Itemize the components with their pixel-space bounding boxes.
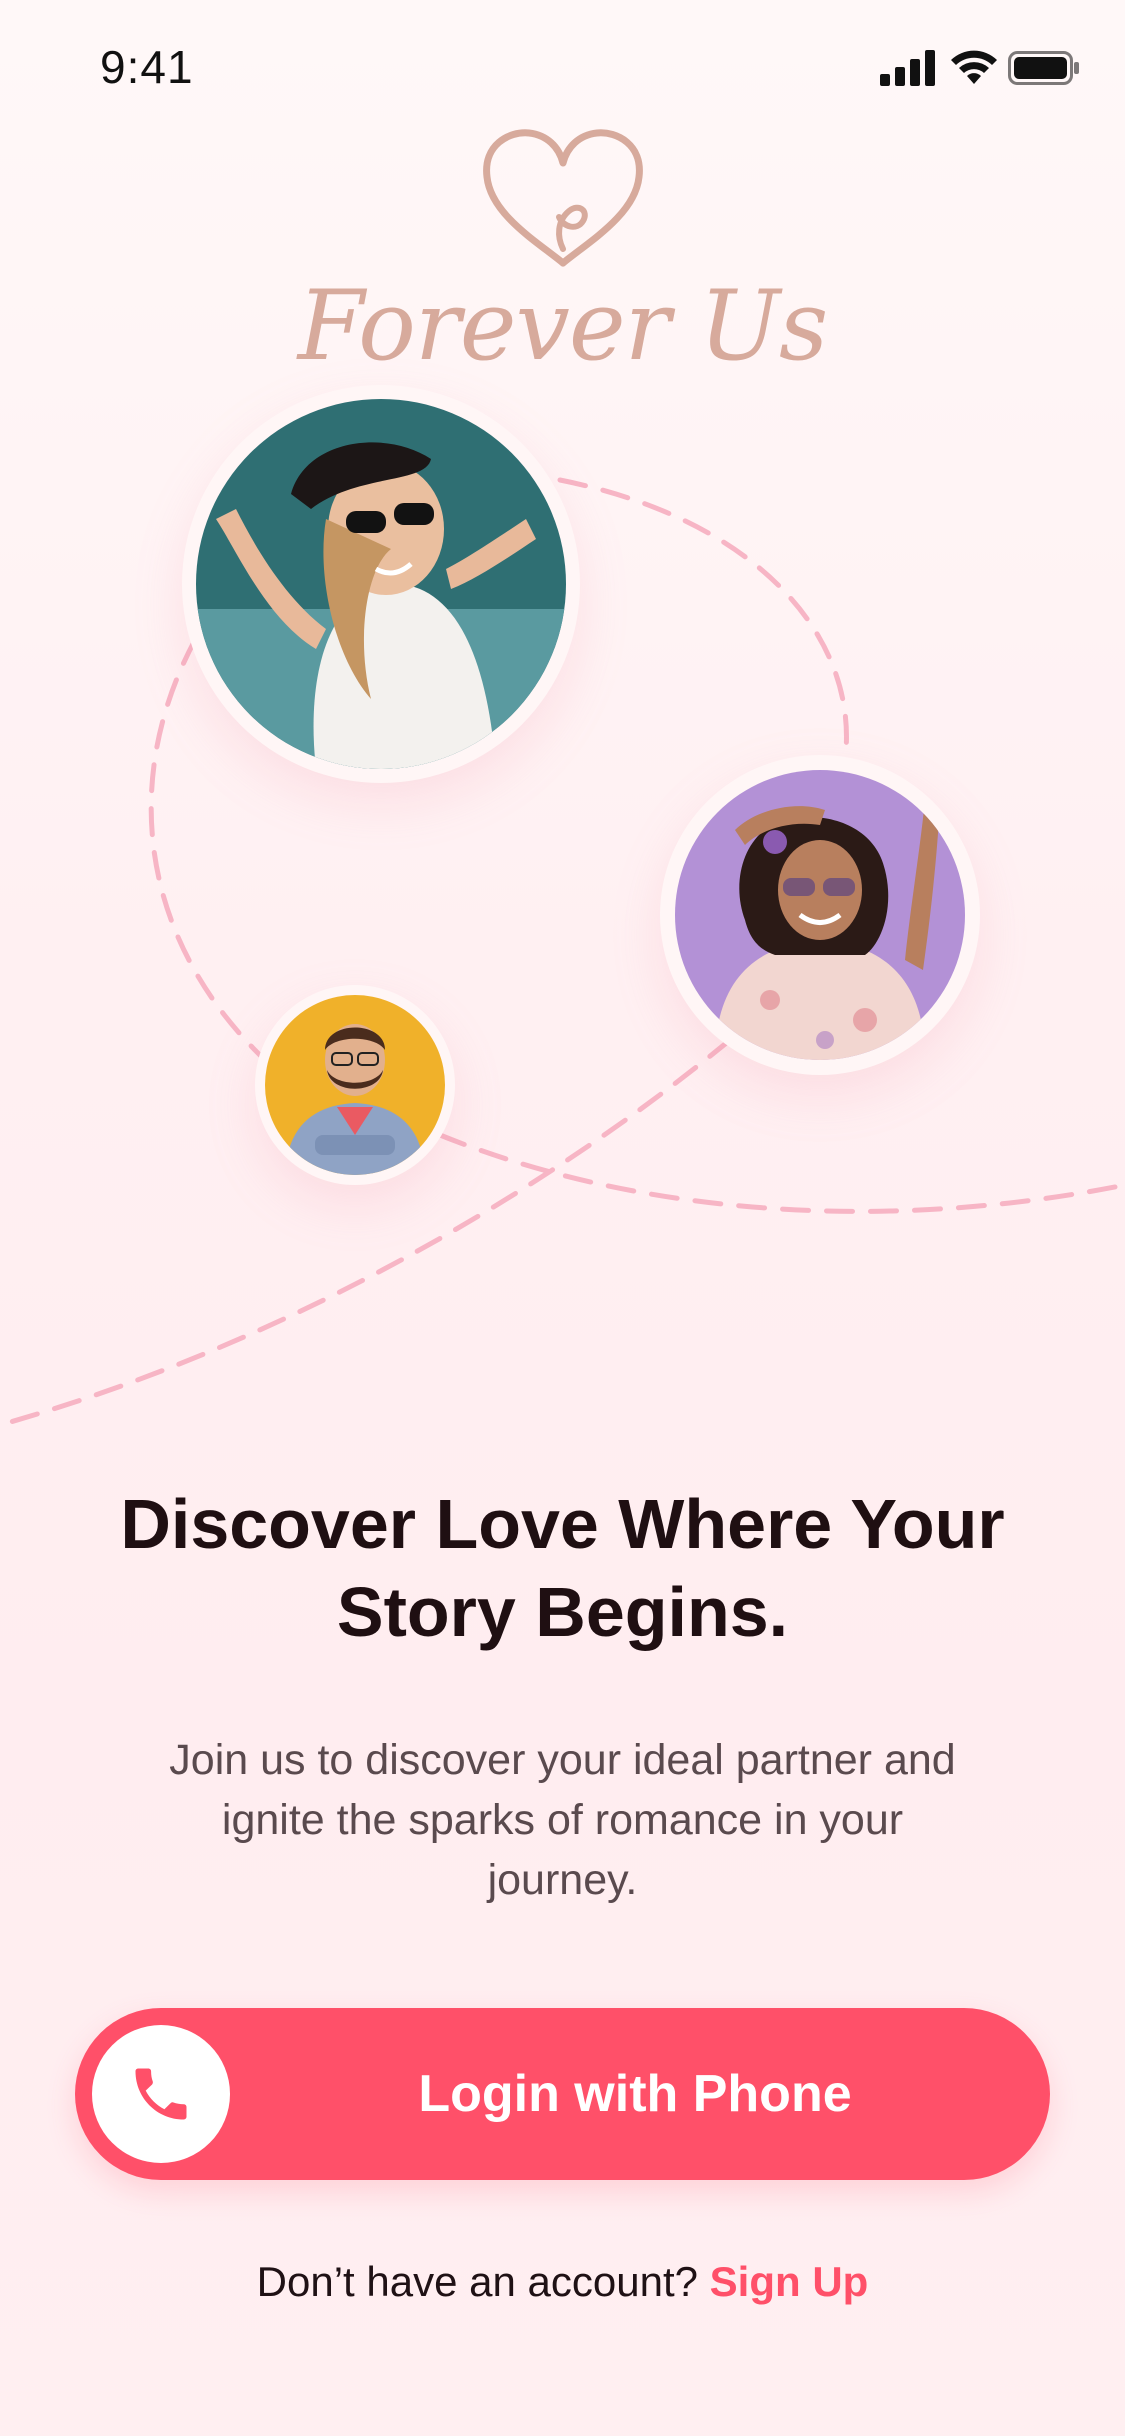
profile-photo-woman-sunglasses <box>182 385 580 783</box>
signup-prompt: Don’t have an account? <box>256 2258 698 2305</box>
photo-woman-sunglasses <box>196 399 566 769</box>
signup-link[interactable]: Sign Up <box>710 2258 869 2305</box>
headline-line-2: Story Begins. <box>336 1573 789 1651</box>
signup-row: Don’t have an account? Sign Up <box>0 2258 1125 2306</box>
profile-photo-woman-curly-hair <box>660 755 980 1075</box>
subtitle: Join us to discover your ideal partner a… <box>169 1736 956 1904</box>
phone-icon <box>135 2068 187 2120</box>
headline-line-1: Discover Love Where Your <box>120 1485 1005 1563</box>
profile-photo-man-glasses <box>255 985 455 1185</box>
phone-icon-badge <box>92 2025 230 2163</box>
login-button-label: Login with Phone <box>418 2065 852 2123</box>
decorative-dashed-paths <box>0 477 1125 1428</box>
photo-man-glasses <box>265 995 445 1175</box>
headline: Discover Love Where Your Story Begins. <box>60 1480 1065 1656</box>
photo-woman-curly-hair <box>675 770 965 1060</box>
login-with-phone-button[interactable]: Login with Phone <box>75 2008 1050 2180</box>
